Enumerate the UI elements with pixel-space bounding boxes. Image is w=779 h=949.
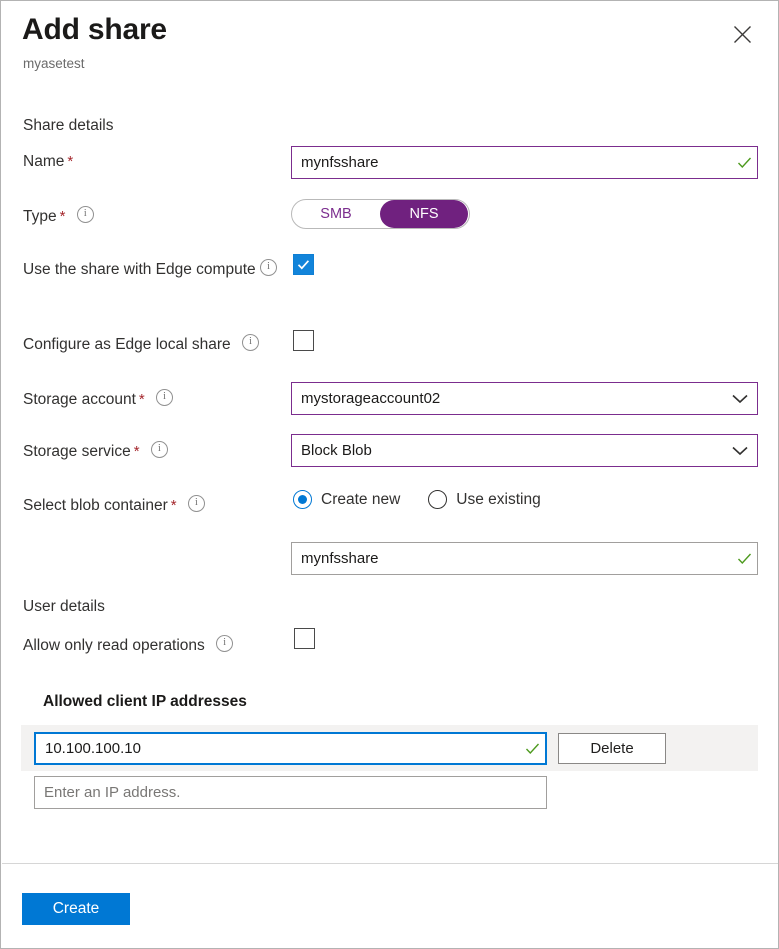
edge-local-label: Configure as Edge local share [23,334,259,354]
type-option-nfs[interactable]: NFS [380,200,468,228]
radio-use-existing[interactable]: Use existing [428,490,540,509]
storage-service-label: Storage service* [23,441,168,461]
required-marker: * [171,497,177,514]
chevron-down-icon [723,394,757,404]
radio-create-new-dot [293,490,312,509]
storage-service-dropdown[interactable]: Block Blob [291,434,758,467]
ip-address-input[interactable] [36,734,519,763]
new-ip-input[interactable] [35,777,546,808]
blob-container-label: Select blob container* [23,495,205,515]
valid-check-icon [731,550,757,567]
footer-divider [2,863,779,864]
read-only-checkbox[interactable] [294,628,315,649]
type-toggle[interactable]: SMB NFS [291,199,470,229]
share-details-heading: Share details [23,117,113,135]
edge-compute-label: Use the share with Edge compute [23,259,277,279]
new-ip-input-wrapper[interactable] [34,776,547,809]
ip-address-input-wrapper[interactable] [34,732,547,765]
name-label: Name* [23,153,73,171]
info-icon[interactable] [151,441,168,458]
radio-use-existing-label: Use existing [456,491,540,509]
type-label: Type* [23,206,94,226]
info-icon[interactable] [260,259,277,276]
storage-account-dropdown[interactable]: mystorageaccount02 [291,382,758,415]
type-option-smb[interactable]: SMB [292,200,380,228]
blob-container-name-input[interactable] [292,543,731,574]
name-input-wrapper[interactable] [291,146,758,179]
add-share-panel: Add share myasetest Share details Name* … [0,0,779,949]
delete-ip-button[interactable]: Delete [558,733,666,764]
panel-header: Add share myasetest [1,1,779,96]
close-icon [733,25,752,44]
radio-use-existing-dot [428,490,447,509]
edge-compute-checkbox[interactable] [293,254,314,275]
allowed-ips-heading: Allowed client IP addresses [43,693,247,711]
storage-account-value: mystorageaccount02 [292,390,723,407]
storage-account-label: Storage account* [23,389,173,409]
user-details-heading: User details [23,598,105,616]
close-button[interactable] [726,18,758,50]
info-icon[interactable] [156,389,173,406]
read-only-label: Allow only read operations [23,635,233,655]
required-marker: * [60,208,66,225]
radio-create-new-label: Create new [321,491,400,509]
chevron-down-icon [723,446,757,456]
required-marker: * [139,391,145,408]
storage-service-value: Block Blob [292,442,723,459]
info-icon[interactable] [188,495,205,512]
valid-check-icon [519,740,545,757]
required-marker: * [67,153,73,170]
valid-check-icon [731,154,757,171]
required-marker: * [134,443,140,460]
info-icon[interactable] [242,334,259,351]
blob-container-name-input-wrapper[interactable] [291,542,758,575]
create-button[interactable]: Create [22,893,130,925]
edge-local-checkbox[interactable] [293,330,314,351]
page-subtitle: myasetest [23,56,85,71]
blob-container-radio-group: Create new Use existing [293,490,541,509]
info-icon[interactable] [77,206,94,223]
radio-create-new[interactable]: Create new [293,490,400,509]
page-title: Add share [22,13,167,47]
name-input[interactable] [292,147,731,178]
info-icon[interactable] [216,635,233,652]
